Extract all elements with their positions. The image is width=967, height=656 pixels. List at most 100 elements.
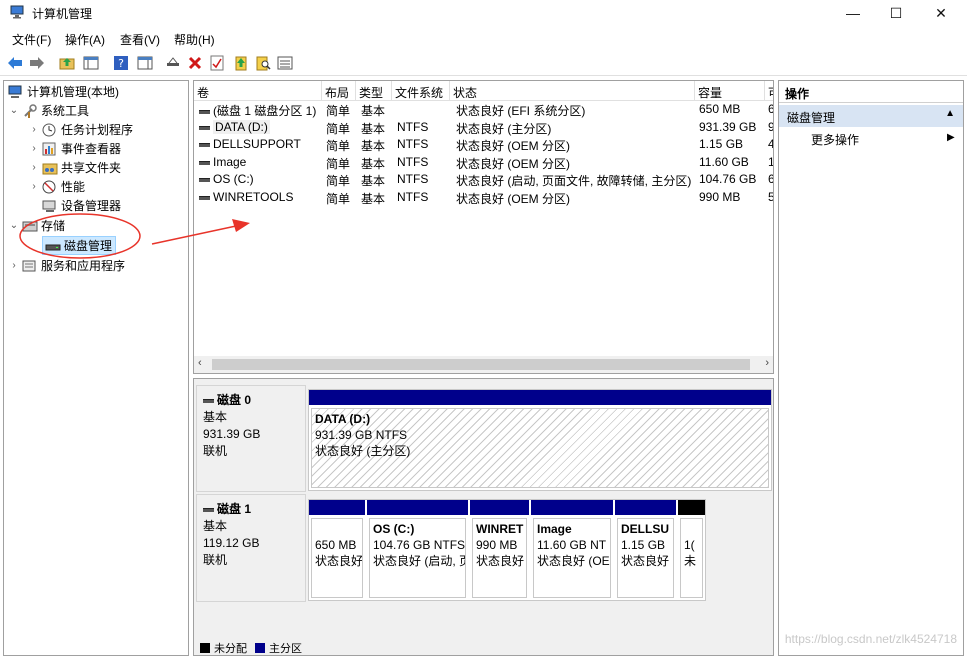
partition-os-c[interactable]: OS (C:) 104.76 GB NTFS 状态良好 (启动, 页	[367, 500, 468, 600]
back-icon[interactable]	[6, 54, 24, 72]
title-bar: 计算机管理 — ☐ ✕	[0, 0, 967, 26]
tree-item-system-tools[interactable]: ⌄ 系统工具	[8, 101, 89, 120]
cell-type: 基本	[361, 139, 386, 153]
close-button[interactable]: ✕	[918, 0, 964, 26]
tree-item-storage[interactable]: ⌄ 存储	[8, 216, 65, 235]
volume-icon	[199, 195, 210, 200]
connect-icon[interactable]	[164, 54, 182, 72]
cell-status: 状态良好 (启动, 页面文件, 故障转储, 主分区)	[456, 174, 692, 188]
partition-size: 931.39 GB NTFS	[315, 428, 408, 442]
disk-1-type: 基本	[203, 519, 228, 533]
chevron-right-icon[interactable]: ›	[28, 181, 40, 192]
show-tree-icon[interactable]	[82, 54, 100, 72]
column-header-volume[interactable]: 卷	[194, 81, 322, 101]
tree-label-task-scheduler: 任务计划程序	[61, 123, 134, 137]
legend: 未分配 主分区	[200, 641, 302, 655]
cell-capacity: 650 MB	[699, 102, 741, 116]
maximize-button[interactable]: ☐	[873, 0, 919, 26]
partition-size: 1(	[684, 538, 695, 552]
properties-icon[interactable]	[208, 54, 226, 72]
cell-free: 9	[765, 120, 773, 137]
partition-data-d[interactable]: DATA (D:) 931.39 GB NTFS 状态良好 (主分区)	[309, 390, 771, 490]
cell-capacity: 11.60 GB	[699, 155, 749, 169]
actions-pane: 操作 磁盘管理 ▲ 更多操作 ▶	[778, 80, 964, 656]
chevron-right-icon[interactable]: ›	[28, 143, 40, 154]
disk-0-state: 联机	[203, 444, 228, 458]
partition-winretools[interactable]: WINRET 990 MB 状态良好	[470, 500, 529, 600]
view-list-icon[interactable]	[276, 54, 294, 72]
partition-image[interactable]: Image 11.60 GB NT 状态良好 (OE	[531, 500, 613, 600]
storage-icon	[22, 219, 38, 233]
partition-unallocated[interactable]: 1( 未	[678, 500, 705, 600]
disk-graphical-view: 磁盘 0 基本 931.39 GB 联机 DATA (D:) 931.39 GB…	[193, 378, 774, 656]
show-action-pane-icon[interactable]	[136, 54, 154, 72]
tree-label-shared-folders: 共享文件夹	[61, 161, 122, 175]
cell-filesystem	[394, 102, 450, 119]
tree-item-device-manager[interactable]: 设备管理器	[40, 196, 121, 215]
tree-item-task-scheduler[interactable]: › 任务计划程序	[28, 120, 133, 139]
tree-item-services[interactable]: › 服务和应用程序	[8, 256, 125, 275]
cell-type: 基本	[361, 104, 386, 118]
legend-swatch-unallocated	[200, 643, 210, 653]
column-header-layout[interactable]: 布局	[322, 81, 356, 101]
chevron-right-icon[interactable]: ›	[28, 124, 40, 135]
help-icon[interactable]: ?	[112, 54, 130, 72]
column-header-status[interactable]: 状态	[450, 81, 695, 101]
disk-0-label[interactable]: 磁盘 0 基本 931.39 GB 联机	[196, 385, 306, 492]
column-header-type[interactable]: 类型	[356, 81, 392, 101]
column-header-capacity[interactable]: 容量	[695, 81, 765, 101]
tree-item-root[interactable]: 计算机管理(本地)	[6, 82, 119, 101]
partition-efi[interactable]: 650 MB 状态良好	[309, 500, 365, 600]
svg-text:?: ?	[118, 57, 124, 70]
menu-help[interactable]: 帮助(H)	[174, 31, 215, 48]
chevron-right-icon[interactable]: ›	[8, 260, 20, 271]
forward-icon[interactable]	[28, 54, 46, 72]
minimize-button[interactable]: —	[830, 0, 876, 26]
chevron-right-icon[interactable]: ›	[28, 162, 40, 173]
partition-status: 状态良好	[315, 554, 363, 568]
actions-title: 操作	[779, 81, 963, 103]
delete-icon[interactable]	[186, 54, 204, 72]
horizontal-scrollbar[interactable]: ‹ ›	[194, 356, 773, 373]
chevron-down-icon[interactable]: ⌄	[8, 105, 20, 116]
cell-volume: DELLSUPPORT	[213, 137, 301, 151]
menu-view[interactable]: 查看(V)	[120, 31, 160, 48]
cell-free: 4	[765, 137, 773, 154]
collapse-up-icon[interactable]: ▲	[945, 108, 955, 119]
actions-section-label: 磁盘管理	[787, 111, 836, 125]
more-actions-item[interactable]: 更多操作	[811, 131, 859, 148]
up-folder-icon[interactable]	[58, 54, 76, 72]
partition-name: DATA (D:)	[315, 412, 371, 426]
column-header-free[interactable]: 可	[765, 81, 773, 101]
tree-item-event-viewer[interactable]: › 事件查看器	[28, 139, 121, 158]
tree-label-system-tools: 系统工具	[41, 104, 90, 118]
partition-name	[315, 521, 359, 537]
column-header-filesystem[interactable]: 文件系统	[392, 81, 450, 101]
tree-item-shared-folders[interactable]: › 共享文件夹	[28, 158, 121, 177]
volume-icon	[199, 142, 210, 147]
disk-1-name: 磁盘 1	[217, 502, 252, 516]
cell-capacity: 104.76 GB	[699, 172, 757, 186]
tree-item-disk-management[interactable]: 磁盘管理	[42, 236, 117, 255]
legend-primary: 主分区	[269, 643, 302, 655]
scrollbar-thumb[interactable]	[212, 359, 750, 370]
partition-size: 650 MB	[315, 538, 357, 552]
partition-dellsupport[interactable]: DELLSU 1.15 GB 状态良好	[615, 500, 676, 600]
submenu-arrow-icon[interactable]: ▶	[947, 132, 955, 143]
partition-bar	[309, 390, 771, 405]
scroll-left-icon[interactable]: ‹	[198, 357, 202, 369]
partition-status: 状态良好 (OE	[537, 554, 610, 568]
chevron-down-icon[interactable]: ⌄	[8, 220, 20, 231]
tree-label-event-viewer: 事件查看器	[61, 142, 122, 156]
cell-status: 状态良好 (OEM 分区)	[456, 139, 570, 153]
cell-free: 6	[765, 102, 773, 119]
menu-action[interactable]: 操作(A)	[65, 31, 105, 48]
search-icon[interactable]	[254, 54, 272, 72]
scroll-right-icon[interactable]: ›	[765, 357, 769, 369]
import-icon[interactable]	[232, 54, 250, 72]
tree-item-performance[interactable]: › 性能	[28, 177, 85, 196]
window-title: 计算机管理	[32, 7, 93, 21]
disk-1-label[interactable]: 磁盘 1 基本 119.12 GB 联机	[196, 494, 306, 602]
actions-section-disk-management[interactable]: 磁盘管理 ▲	[779, 105, 963, 127]
menu-file[interactable]: 文件(F)	[12, 31, 51, 48]
